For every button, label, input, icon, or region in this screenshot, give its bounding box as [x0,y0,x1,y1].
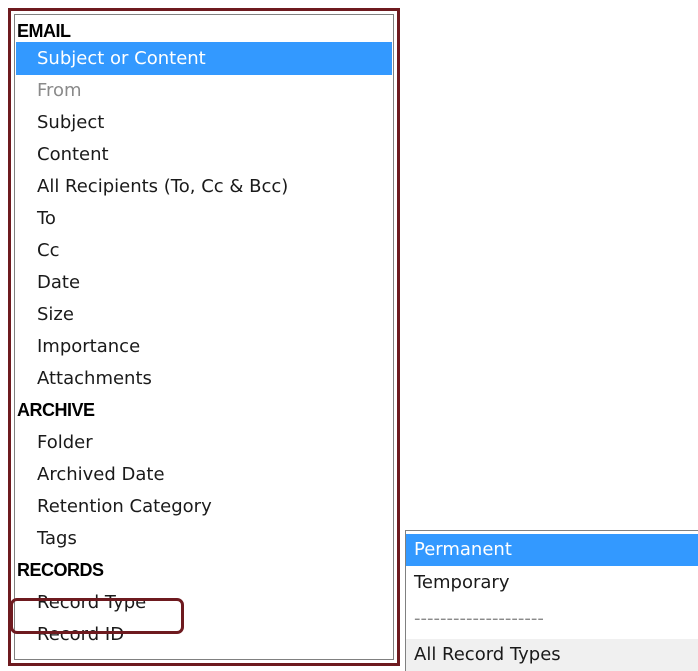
option-content[interactable]: Content [16,138,392,171]
option-separator: -------------------- [414,608,544,629]
option-importance[interactable]: Importance [16,330,392,363]
option-attachments[interactable]: Attachments [16,362,392,395]
option-archived-date[interactable]: Archived Date [16,458,392,491]
option-tags[interactable]: Tags [16,522,392,555]
option-folder[interactable]: Folder [16,426,392,459]
option-size[interactable]: Size [16,298,392,331]
option-all-record-types[interactable]: All Record Types [406,639,698,671]
option-date[interactable]: Date [16,266,392,299]
option-retention-category[interactable]: Retention Category [16,490,392,523]
option-from: From [37,80,82,101]
option-subject[interactable]: Subject [16,106,392,139]
section-header-archive: ARCHIVE [17,400,95,420]
section-header-records: RECORDS [17,560,104,580]
option-subject-or-content[interactable]: Subject or Content [16,42,392,75]
option-temporary[interactable]: Temporary [406,567,698,599]
option-all-recipients[interactable]: All Recipients (To, Cc & Bcc) [16,170,392,203]
search-field-dropdown: EMAIL Subject or Content From Subject Co… [8,8,400,666]
search-field-list: EMAIL Subject or Content From Subject Co… [14,14,394,660]
record-type-highlight [10,598,184,634]
option-cc[interactable]: Cc [16,234,392,267]
option-to[interactable]: To [16,202,392,235]
option-permanent[interactable]: Permanent [406,534,698,566]
record-type-dropdown: Permanent Temporary --------------------… [405,530,698,671]
